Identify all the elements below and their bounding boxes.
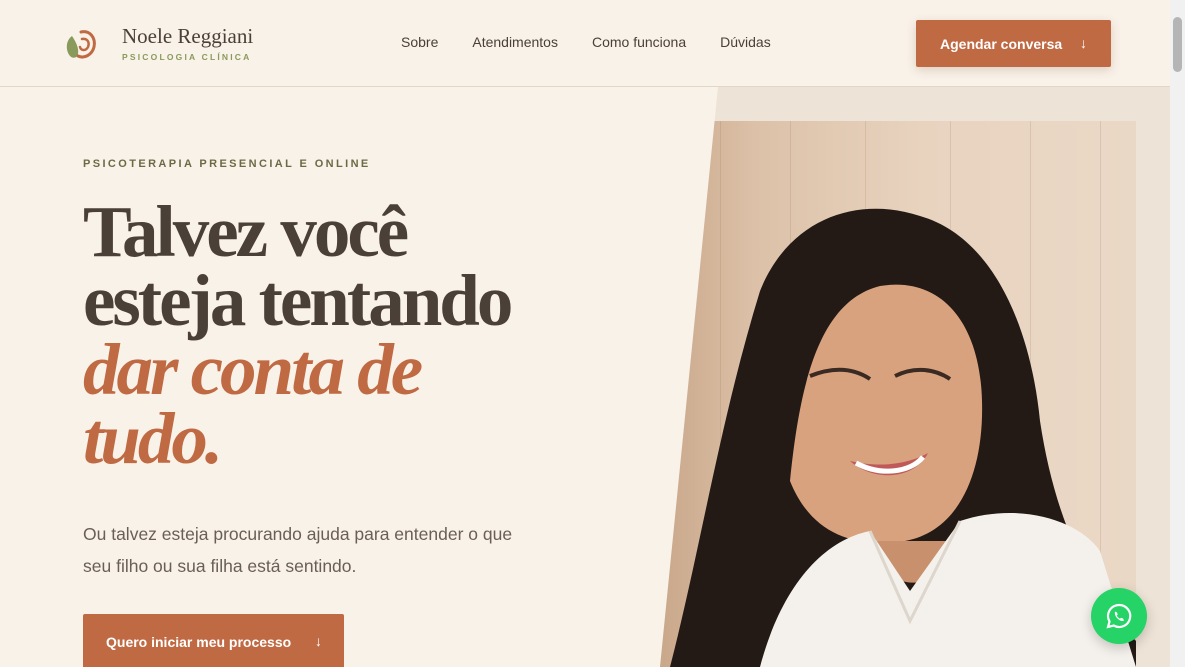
- start-process-label: Quero iniciar meu processo: [106, 634, 292, 650]
- headline-line-1: Talvez você: [83, 191, 409, 272]
- arrow-down-icon: ↓: [315, 633, 322, 649]
- brand-text: Noele Reggiani PSICOLOGIA CLÍNICA: [122, 25, 253, 62]
- arrow-down-icon: ↓: [1080, 35, 1087, 51]
- headline-line-2: esteja tentando: [83, 260, 513, 341]
- therapist-portrait: [660, 121, 1136, 667]
- brand-logo[interactable]: Noele Reggiani PSICOLOGIA CLÍNICA: [64, 25, 253, 62]
- spiral-leaf-logo-icon: [66, 29, 96, 58]
- scrollbar-thumb[interactable]: [1173, 17, 1182, 72]
- brand-name: Noele Reggiani: [122, 24, 254, 48]
- nav-item-duvidas[interactable]: Dúvidas: [720, 34, 771, 50]
- main-nav: Sobre Atendimentos Como funciona Dúvidas: [401, 34, 805, 50]
- whatsapp-button[interactable]: [1091, 588, 1147, 644]
- schedule-button-label: Agendar conversa: [940, 35, 1063, 52]
- hero-photo-panel: [660, 87, 1170, 667]
- hero-lead: Ou talvez esteja procurando ajuda para e…: [83, 524, 513, 576]
- hero-eyebrow: PSICOTERAPIA PRESENCIAL E ONLINE: [83, 158, 371, 170]
- start-process-button[interactable]: Quero iniciar meu processo ↓: [83, 614, 344, 667]
- nav-item-sobre[interactable]: Sobre: [401, 34, 438, 50]
- site-header: Noele Reggiani PSICOLOGIA CLÍNICA Sobre …: [0, 0, 1170, 87]
- nav-item-como-funciona[interactable]: Como funciona: [592, 34, 686, 50]
- schedule-button[interactable]: Agendar conversa ↓: [916, 20, 1111, 67]
- headline-emphasis-2: tudo.: [83, 398, 223, 479]
- hero-headline: Talvez você esteja tentando dar conta de…: [83, 191, 643, 479]
- nav-item-atendimentos[interactable]: Atendimentos: [472, 34, 558, 50]
- headline-emphasis-1: dar conta de: [83, 329, 423, 410]
- brand-subtitle: PSICOLOGIA CLÍNICA: [122, 52, 252, 62]
- whatsapp-icon: [1106, 603, 1132, 629]
- page-scrollbar[interactable]: [1170, 0, 1185, 667]
